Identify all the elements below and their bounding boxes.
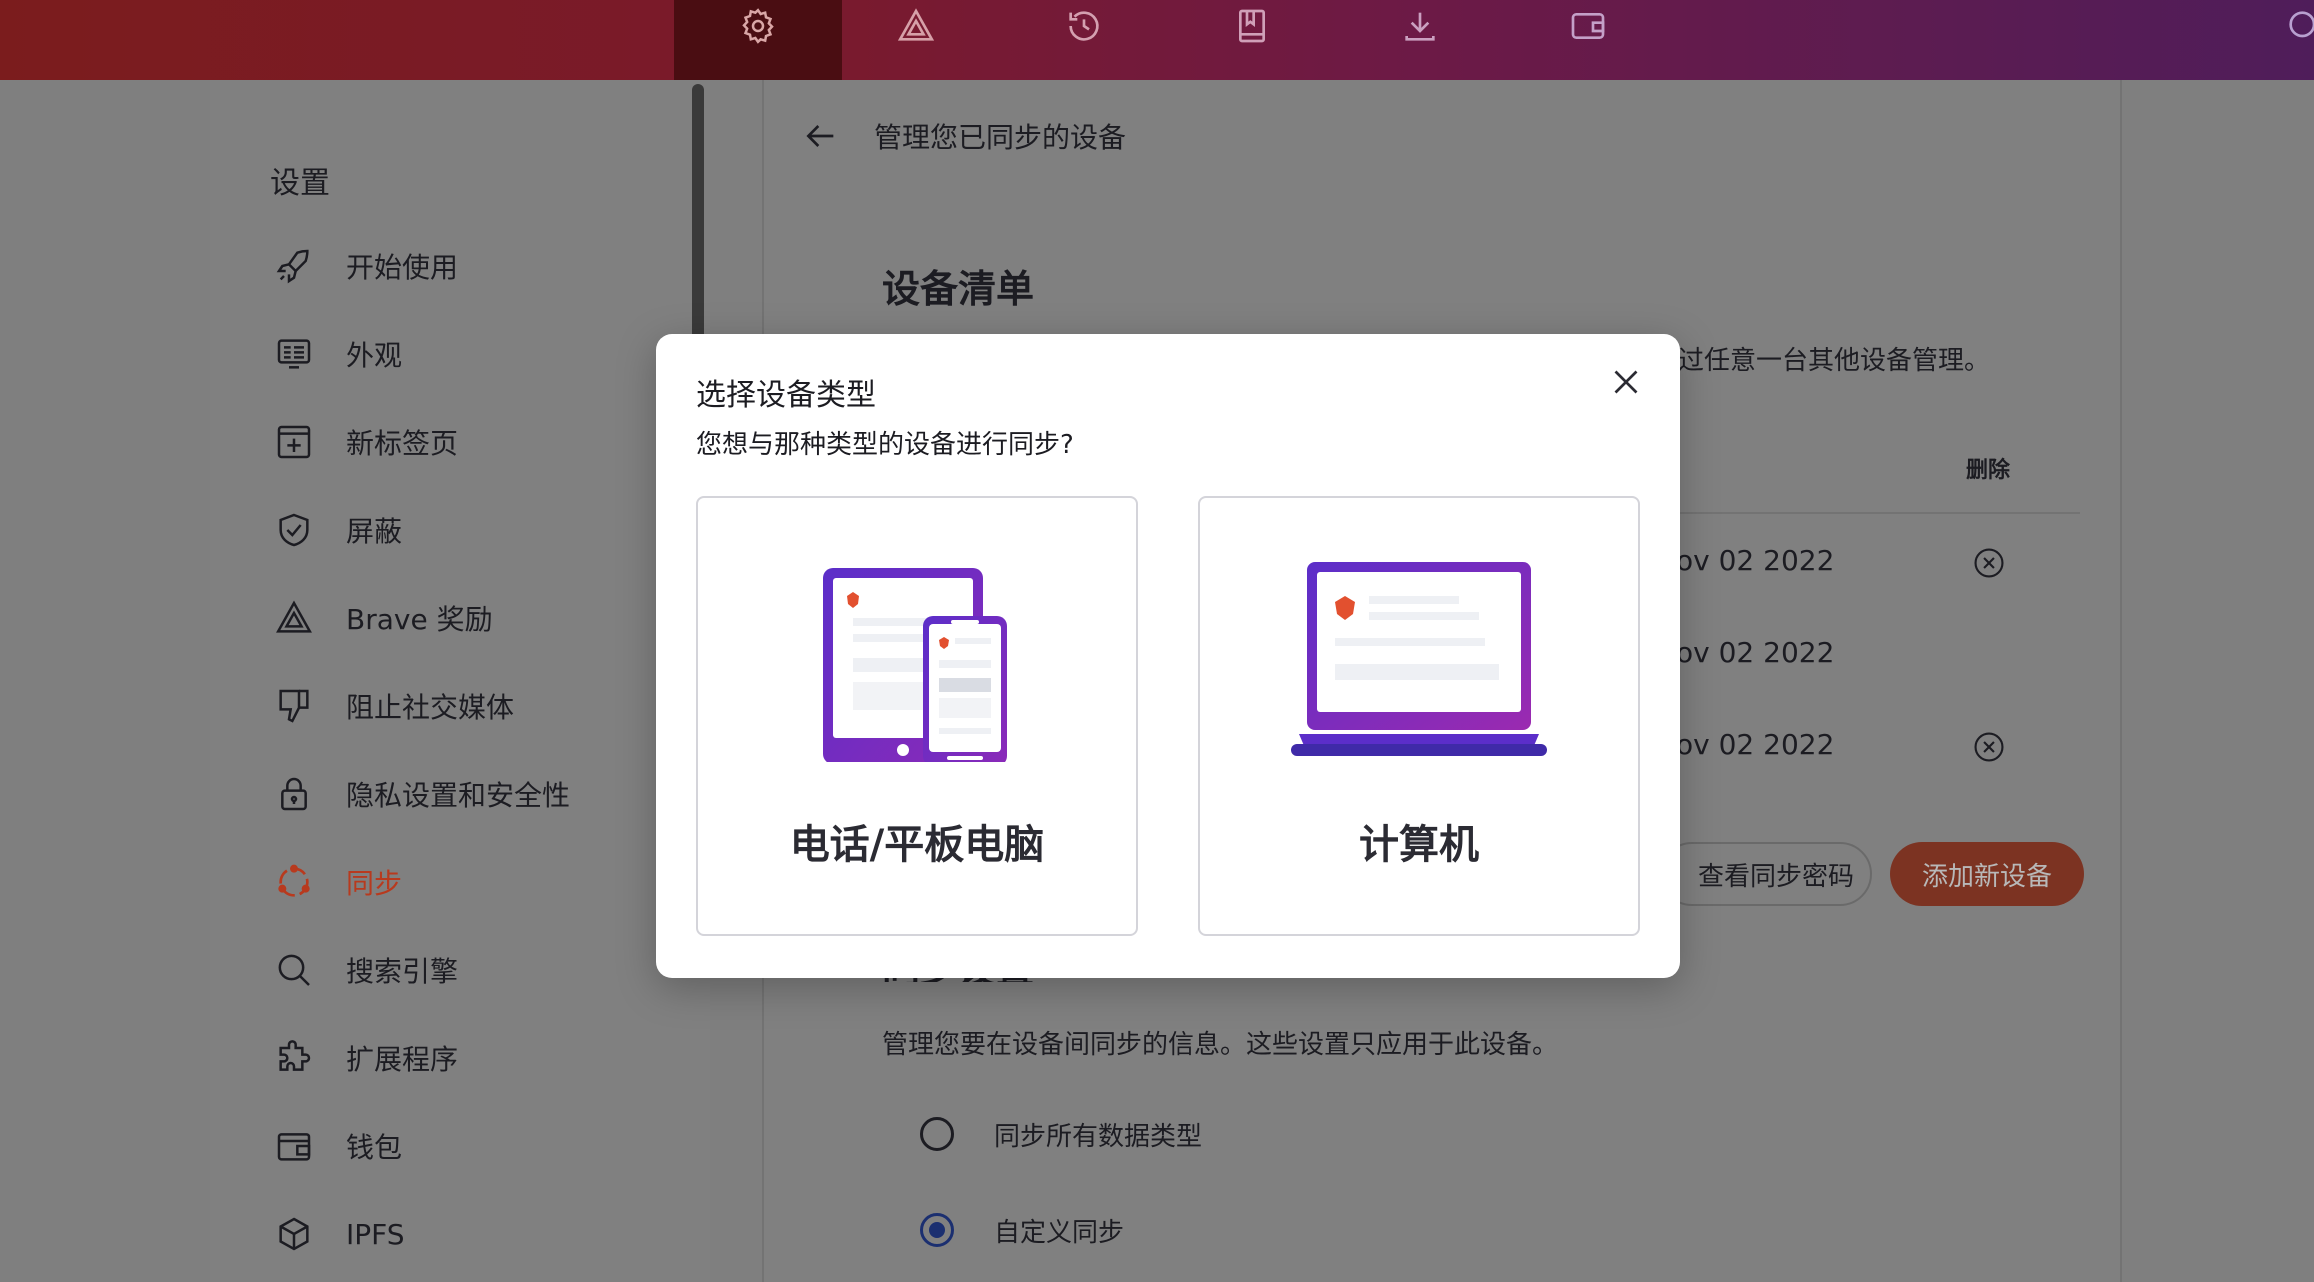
laptop-illustration xyxy=(1200,558,1638,778)
search-icon[interactable] xyxy=(2284,6,2314,46)
radio-button[interactable] xyxy=(920,1117,954,1151)
dialog-title: 选择设备类型 xyxy=(696,378,876,413)
bookmarks-icon xyxy=(1239,9,1265,43)
sidebar-item-wallet[interactable]: 钱包 xyxy=(272,1116,402,1176)
delete-column-header: 删除 xyxy=(1966,458,2011,483)
sidebar-item-label: 阻止社交媒体 xyxy=(346,691,515,724)
device-date: ov 02 2022 xyxy=(1676,636,1835,669)
computer-label: 计算机 xyxy=(1359,822,1479,868)
sidebar-item-label: 开始使用 xyxy=(346,251,459,284)
sidebar-item-ipfs[interactable]: IPFS xyxy=(272,1204,405,1264)
sidebar-item-label: 屏蔽 xyxy=(346,515,403,548)
tab-wallet[interactable] xyxy=(1504,0,1672,80)
gear-icon xyxy=(742,8,774,44)
browser-toolbar xyxy=(0,0,2314,80)
sidebar-item-label: Brave 奖励 xyxy=(346,603,493,636)
phone-tablet-option[interactable]: 电话/平板电脑 xyxy=(696,496,1138,936)
search-icon xyxy=(272,948,316,992)
sidebar-item-label: 搜索引擎 xyxy=(346,955,459,988)
tab-history[interactable] xyxy=(1000,0,1168,80)
new-tab-icon xyxy=(272,420,316,464)
radio-sync-all[interactable]: 同步所有数据类型 xyxy=(920,1114,1202,1154)
wallet-icon xyxy=(1571,12,1605,39)
sidebar-item-label: 外观 xyxy=(346,339,403,372)
back-arrow-icon[interactable] xyxy=(800,116,840,156)
tab-bookmarks[interactable] xyxy=(1168,0,1336,80)
sync-settings-description: 管理您要在设备间同步的信息。这些设置只应用于此设备。 xyxy=(882,1030,1559,1060)
download-icon xyxy=(1405,12,1435,41)
tab-downloads[interactable] xyxy=(1336,0,1504,80)
sidebar-item-label: IPFS xyxy=(346,1217,405,1251)
brave-rewards-triangle-icon xyxy=(272,596,316,640)
radio-button[interactable] xyxy=(920,1213,954,1247)
radio-custom-sync[interactable]: 自定义同步 xyxy=(920,1210,1124,1250)
radio-label: 同步所有数据类型 xyxy=(994,1121,1203,1152)
sidebar-item-label: 扩展程序 xyxy=(346,1043,459,1076)
add-new-device-button[interactable]: 添加新设备 xyxy=(1890,842,2084,906)
appearance-icon xyxy=(272,332,316,376)
table-divider xyxy=(1680,512,2080,514)
wallet-icon xyxy=(272,1124,316,1168)
rocket-icon xyxy=(272,244,316,288)
sidebar-item-appearance[interactable]: 外观 xyxy=(272,324,402,384)
view-sync-code-button[interactable]: 查看同步密码 xyxy=(1660,842,1872,906)
sidebar-item-social-blocking[interactable]: 阻止社交媒体 xyxy=(272,676,514,736)
sidebar-item-extensions[interactable]: 扩展程序 xyxy=(272,1028,458,1088)
computer-option[interactable]: 计算机 xyxy=(1198,496,1640,936)
sidebar-item-privacy[interactable]: 隐私设置和安全性 xyxy=(272,764,570,824)
tab-rewards[interactable] xyxy=(832,0,1000,80)
close-icon[interactable] xyxy=(1608,364,1644,400)
sidebar-item-sync[interactable]: 同步 xyxy=(272,852,402,912)
remove-device-icon[interactable] xyxy=(1972,546,2006,580)
dialog-subtitle: 您想与那种类型的设备进行同步? xyxy=(696,430,1074,460)
brave-rewards-triangle-icon xyxy=(897,8,935,41)
sidebar-item-label: 隐私设置和安全性 xyxy=(346,779,571,812)
device-list-heading: 设备清单 xyxy=(882,267,1035,311)
device-list-description: 过任意一台其他设备管理。 xyxy=(1678,346,1991,376)
settings-heading: 设置 xyxy=(270,166,330,201)
sidebar-item-label: 新标签页 xyxy=(346,427,459,460)
shield-icon xyxy=(272,508,316,552)
history-icon xyxy=(1069,11,1099,41)
device-date: ov 02 2022 xyxy=(1676,544,1835,577)
sidebar-item-label: 同步 xyxy=(346,867,403,900)
device-date: ov 02 2022 xyxy=(1676,728,1835,761)
sync-icon xyxy=(272,860,316,904)
thumbs-down-icon xyxy=(272,684,316,728)
sidebar-item-search-engine[interactable]: 搜索引擎 xyxy=(272,940,458,1000)
sidebar-item-shields[interactable]: 屏蔽 xyxy=(272,500,402,560)
choose-device-type-dialog: 选择设备类型 您想与那种类型的设备进行同步? 电话/平板电脑 计算机 xyxy=(656,334,1680,978)
phone-tablet-illustration xyxy=(698,558,1136,778)
sidebar-item-label: 钱包 xyxy=(346,1131,403,1164)
sidebar-item-get-started[interactable]: 开始使用 xyxy=(272,236,458,296)
radio-label: 自定义同步 xyxy=(994,1217,1125,1248)
tab-settings[interactable] xyxy=(674,0,842,80)
phone-tablet-label: 电话/平板电脑 xyxy=(789,822,1045,868)
lock-icon xyxy=(272,772,316,816)
puzzle-icon xyxy=(272,1036,316,1080)
remove-device-icon[interactable] xyxy=(1972,730,2006,764)
cube-icon xyxy=(272,1212,316,1256)
page-title: 管理您已同步的设备 xyxy=(874,121,1127,154)
sidebar-item-rewards[interactable]: Brave 奖励 xyxy=(272,588,493,648)
sidebar-item-new-tab[interactable]: 新标签页 xyxy=(272,412,458,472)
